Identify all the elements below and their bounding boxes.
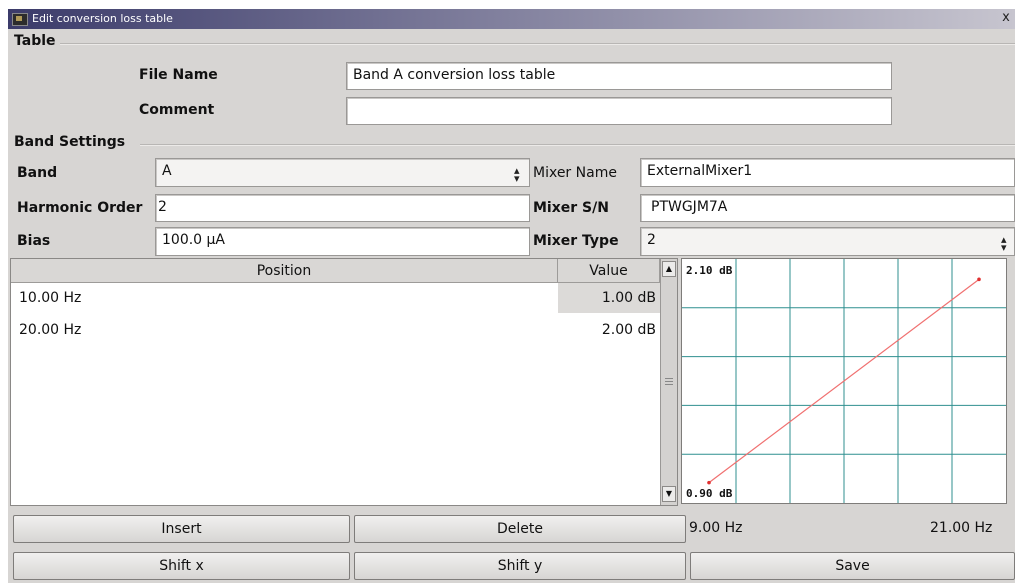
section-divider bbox=[60, 43, 1015, 45]
scroll-grip[interactable] bbox=[665, 378, 673, 379]
bias-label: Bias bbox=[17, 233, 51, 249]
conversion-loss-chart: 2.10 dB 0.90 dB bbox=[681, 258, 1007, 504]
mixer-sn-label: Mixer S/N bbox=[533, 200, 609, 216]
scroll-grip[interactable] bbox=[665, 381, 673, 382]
mixer-type-select[interactable]: 2 bbox=[640, 227, 1015, 256]
save-button[interactable]: Save bbox=[690, 552, 1015, 580]
shift-y-button[interactable]: Shift y bbox=[354, 552, 686, 580]
data-point bbox=[977, 277, 981, 282]
y-max-label: 2.10 dB bbox=[686, 264, 733, 277]
mixer-name-field[interactable]: ExternalMixer1 bbox=[640, 158, 1015, 187]
table-section-label: Table bbox=[14, 33, 56, 49]
close-icon[interactable]: x bbox=[998, 10, 1014, 26]
table-row-position[interactable]: 10.00 Hz bbox=[19, 283, 81, 313]
table-row-value[interactable]: 1.00 dB bbox=[558, 283, 660, 313]
file-name-field[interactable]: Band A conversion loss table bbox=[346, 62, 892, 90]
conversion-table[interactable]: Position Value 10.00 Hz 1.00 dB 20.00 Hz… bbox=[10, 258, 678, 506]
mixer-type-label: Mixer Type bbox=[533, 233, 619, 249]
select-arrows-icon[interactable]: ▾ bbox=[514, 172, 520, 185]
title-bar[interactable]: Edit conversion loss table x bbox=[8, 9, 1015, 29]
x-min-label: 9.00 Hz bbox=[689, 520, 743, 536]
section-divider bbox=[140, 144, 1015, 146]
band-settings-label: Band Settings bbox=[14, 134, 126, 150]
chart-plot bbox=[682, 259, 1006, 503]
band-select[interactable]: A bbox=[155, 158, 530, 187]
x-max-label: 21.00 Hz bbox=[930, 520, 993, 536]
bias-field[interactable]: 100.0 µA bbox=[155, 227, 530, 256]
band-label: Band bbox=[17, 165, 58, 181]
insert-button[interactable]: Insert bbox=[13, 515, 350, 543]
comment-field[interactable] bbox=[346, 97, 892, 125]
harmonic-order-label: Harmonic Order bbox=[17, 200, 143, 216]
delete-button[interactable]: Delete bbox=[354, 515, 686, 543]
scroll-down-icon[interactable]: ▼ bbox=[662, 486, 676, 502]
scroll-grip[interactable] bbox=[665, 384, 673, 385]
file-name-label: File Name bbox=[139, 67, 218, 83]
y-min-label: 0.90 dB bbox=[686, 487, 733, 500]
shift-x-button[interactable]: Shift x bbox=[13, 552, 350, 580]
table-scrollbar[interactable]: ▲ ▼ bbox=[660, 259, 677, 505]
select-arrows-icon[interactable]: ▾ bbox=[1001, 241, 1007, 254]
data-point bbox=[707, 480, 711, 485]
table-row-value[interactable]: 2.00 dB bbox=[558, 315, 660, 345]
window-title: Edit conversion loss table bbox=[32, 12, 173, 25]
comment-label: Comment bbox=[139, 102, 215, 118]
mixer-sn-field[interactable]: PTWGJM7A bbox=[640, 194, 1015, 222]
position-column-header[interactable]: Position bbox=[11, 259, 558, 283]
mixer-name-label: Mixer Name bbox=[533, 165, 617, 181]
table-row-position[interactable]: 20.00 Hz bbox=[19, 315, 81, 345]
value-column-header[interactable]: Value bbox=[558, 259, 660, 283]
harmonic-order-field[interactable]: 2 bbox=[155, 194, 530, 222]
app-icon bbox=[12, 13, 28, 26]
scroll-up-icon[interactable]: ▲ bbox=[662, 261, 676, 277]
